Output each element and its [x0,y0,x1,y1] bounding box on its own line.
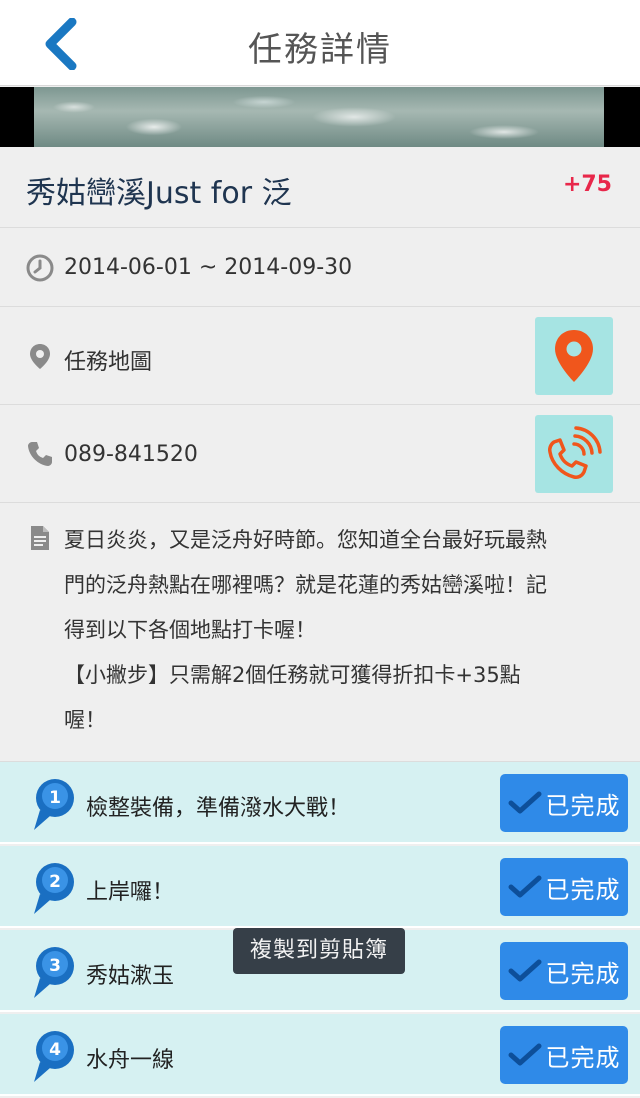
date-range: 2014-06-01 ~ 2014-09-30 [64,255,353,280]
checkmark-icon [508,875,541,898]
top-bar: 任務詳情 [0,0,640,86]
task-status-button[interactable]: 已完成 [500,858,628,916]
task-status-button[interactable]: 已完成 [500,774,628,832]
task-number: 3 [49,956,61,976]
task-label: 水舟一線 [86,1048,175,1073]
copied-toast: 複製到剪貼簿 [233,928,405,974]
location-pin-icon [30,344,50,369]
map-pin-icon [555,330,593,382]
task-label: 檢整裝備，準備潑水大戰！ [86,796,351,821]
phone-call-icon [548,426,602,479]
task-status-button[interactable]: 已完成 [500,942,628,1000]
points-badge: +75 [562,172,612,197]
page-title: 任務詳情 [248,30,392,70]
mission-title: 秀姑巒溪Just for 泛 [26,176,292,211]
river-photo [34,87,604,147]
task-number: 2 [49,872,61,892]
description-line: 【小撇步】只需解2個任務就可獲得折扣卡+35點 [64,663,521,687]
mission-title-row: 秀姑巒溪Just for 泛 +75 [0,148,640,228]
number-pin-icon: 4 [34,1031,74,1082]
description-line: 喔！ [64,708,106,732]
task-label: 上岸囉！ [86,880,175,905]
task-item: 4 水舟一線 已完成 [0,1014,640,1096]
task-status-label: 已完成 [545,791,621,820]
task-status-label: 已完成 [545,875,621,904]
description-line: 得到以下各個地點打卡喔！ [64,618,316,642]
map-row: 任務地圖 [0,308,640,405]
task-status-button[interactable]: 已完成 [500,1026,628,1084]
number-pin-icon: 1 [34,779,74,830]
phone-icon [28,442,52,466]
description-row: 夏日炎炎，又是泛舟好時節。您知道全台最好玩最熱 門的泛舟熱點在哪裡嗎？就是花蓮的… [0,504,640,762]
phone-row: 089-841520 [0,406,640,503]
map-label: 任務地圖 [64,350,153,375]
task-status-label: 已完成 [545,959,621,988]
checkmark-icon [508,959,541,982]
mission-description: 夏日炎炎，又是泛舟好時節。您知道全台最好玩最熱 門的泛舟熱點在哪裡嗎？就是花蓮的… [64,518,616,743]
task-item: 1 檢整裝備，準備潑水大戰！ 已完成 [0,762,640,844]
phone-number: 089-841520 [64,442,198,467]
checkmark-icon [508,791,541,814]
description-line: 夏日炎炎，又是泛舟好時節。您知道全台最好玩最熱 [64,528,547,552]
task-label: 秀姑漱玉 [86,964,175,989]
document-icon [31,526,49,550]
task-number: 4 [49,1040,61,1060]
task-status-label: 已完成 [545,1043,621,1072]
clock-icon [26,254,54,282]
description-line: 門的泛舟熱點在哪裡嗎？就是花蓮的秀姑巒溪啦！記 [64,573,547,597]
open-map-button[interactable] [535,317,613,395]
task-number: 1 [49,788,61,808]
checkmark-icon [508,1043,541,1066]
date-row: 2014-06-01 ~ 2014-09-30 [0,229,640,307]
number-pin-icon: 2 [34,863,74,914]
number-pin-icon: 3 [34,947,74,998]
mission-banner-image [0,87,640,147]
task-item: 2 上岸囉！ 已完成 [0,846,640,928]
call-button[interactable] [535,415,613,493]
